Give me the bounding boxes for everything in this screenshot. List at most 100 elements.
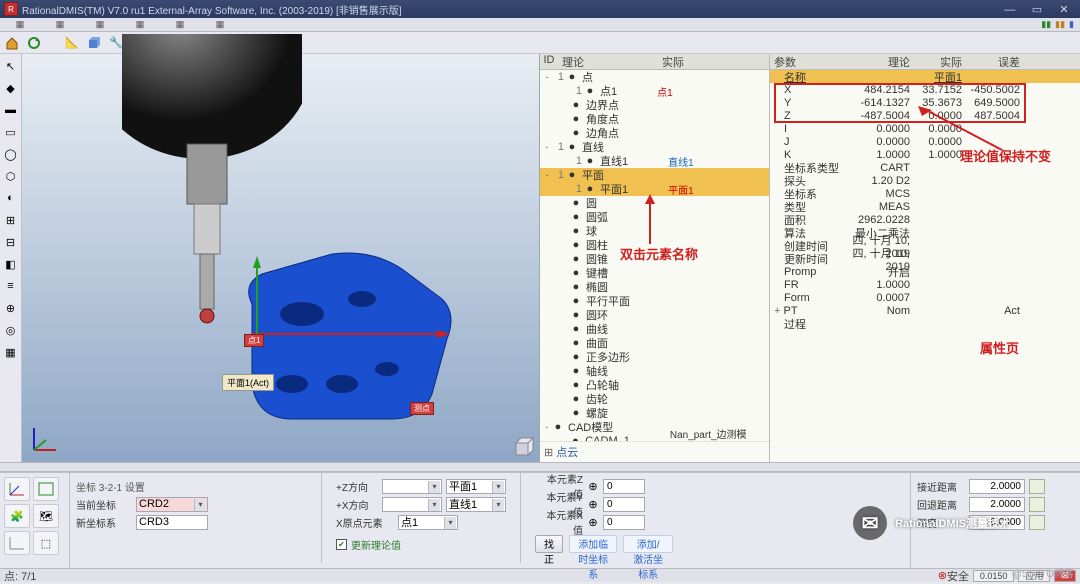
col-id: ID — [540, 54, 558, 69]
coord-icon[interactable]: 🗺 — [33, 504, 59, 528]
minimize-button[interactable]: — — [998, 4, 1022, 16]
menu-item[interactable]: ▦ — [160, 19, 200, 30]
srf-icon: ● — [570, 338, 582, 348]
tree-row[interactable]: ●凸轮轴 — [540, 378, 769, 392]
tree-row[interactable]: ●椭圆 — [540, 280, 769, 294]
tree-row[interactable]: 1●点1点1 — [540, 84, 769, 98]
window-title: RationalDMIS(TM) V7.0 ru1 External-Array… — [22, 2, 998, 17]
indicator-icon: ▮▮ — [1055, 19, 1065, 30]
pointer-icon[interactable]: ↖ — [3, 58, 19, 74]
add-activate-coord-button[interactable]: 添加/激活坐标系 — [623, 535, 673, 553]
tree-row[interactable]: ●轴线 — [540, 364, 769, 378]
tool-icon[interactable]: ⬡ — [3, 168, 19, 184]
tree-row[interactable]: -1●直线 — [540, 140, 769, 154]
tool-icon[interactable]: ⊟ — [3, 234, 19, 250]
prop-row[interactable]: 过程 — [770, 317, 1080, 330]
tree-row[interactable]: ●键槽 — [540, 266, 769, 280]
tree-row[interactable]: -1●点 — [540, 70, 769, 84]
tool-icon[interactable]: ▭ — [3, 124, 19, 140]
apply-icon[interactable] — [1029, 497, 1045, 512]
dir-toggle[interactable]: ▾ — [382, 479, 442, 494]
tool-icon[interactable]: ◧ — [3, 256, 19, 272]
tor-icon: ● — [570, 310, 582, 320]
prop-row[interactable]: X484.215433.7152-450.5002 — [770, 83, 1080, 96]
viewport-3d[interactable]: 点1 测点 平面1(Act) — [22, 54, 540, 462]
pl-icon: ● — [584, 184, 596, 194]
tree-row[interactable]: ●CADM_1Nan_part_边测模型.stp — [540, 434, 769, 441]
back-input[interactable] — [969, 497, 1025, 512]
menu-item[interactable]: ▦ — [80, 19, 120, 30]
tree-row[interactable]: ●圆环 — [540, 308, 769, 322]
arc-icon: ● — [570, 212, 582, 222]
tool-icon[interactable]: ◐ — [3, 190, 19, 206]
tree-row[interactable]: ●正多边形 — [540, 350, 769, 364]
prop-row[interactable]: 更新时间四, 十月 10, 2019 — [770, 252, 1080, 265]
dot-icon: ● — [570, 100, 582, 110]
prop-row[interactable]: Promp开启 — [770, 265, 1080, 278]
y-value-input[interactable] — [603, 497, 645, 512]
prop-row[interactable]: Form0.0007 — [770, 291, 1080, 304]
coord-icon[interactable]: ⬚ — [33, 531, 59, 555]
coord-icon[interactable] — [4, 477, 30, 501]
maximize-button[interactable]: ▭ — [1025, 3, 1049, 16]
tree-bottom-link[interactable]: ⊞ 点云 — [540, 441, 769, 462]
depth-input[interactable] — [969, 515, 1025, 530]
tree-row[interactable]: -1●平面 — [540, 168, 769, 182]
tree-row[interactable]: ●曲线 — [540, 322, 769, 336]
circ-icon: ● — [570, 198, 582, 208]
new-coord-input[interactable]: CRD3 — [136, 515, 208, 530]
close-button[interactable]: ✕ — [1052, 3, 1076, 16]
x-dir-select[interactable]: 直线1▾ — [446, 497, 506, 512]
col-param: 参数 — [770, 54, 852, 69]
apply-icon[interactable] — [1029, 479, 1045, 494]
z-dir-select[interactable]: 平面1▾ — [446, 479, 506, 494]
tool-icon[interactable]: ▬ — [3, 102, 19, 118]
align-button[interactable]: 找正 — [535, 535, 563, 553]
cube-icon[interactable] — [86, 35, 102, 51]
add-temp-coord-button[interactable]: 添加临时坐标系 — [569, 535, 617, 553]
update-theory-checkbox[interactable]: ✔ — [336, 539, 347, 550]
current-coord-select[interactable]: CRD2▾ — [136, 497, 208, 512]
coord-icon[interactable]: 🧩 — [4, 504, 30, 528]
tree-row[interactable]: 1●直线1直线1 — [540, 154, 769, 168]
coord-icon[interactable] — [33, 477, 59, 501]
apply-button[interactable]: 应用 — [1018, 570, 1050, 582]
coord-icon[interactable] — [4, 531, 30, 555]
x-origin-select[interactable]: 点1▾ — [398, 515, 458, 530]
tool-icon[interactable]: ◆ — [3, 80, 19, 96]
prop-row[interactable]: FR1.0000 — [770, 278, 1080, 291]
tool-icon[interactable]: 📐 — [64, 35, 80, 51]
tool-icon[interactable]: ◎ — [3, 322, 19, 338]
slot-icon: ● — [570, 268, 582, 278]
home-icon[interactable] — [4, 35, 20, 51]
tree-row[interactable]: ●角度点 — [540, 112, 769, 126]
label: 深度 — [917, 515, 965, 530]
annotation-text: 理论值保持不变 — [960, 146, 1051, 165]
tree-row[interactable]: ●边角点 — [540, 126, 769, 140]
tool-icon[interactable]: ▦ — [3, 344, 19, 360]
tree-row[interactable]: ●平行平面 — [540, 294, 769, 308]
refresh-icon[interactable] — [26, 35, 42, 51]
tool-icon[interactable]: ⊕ — [3, 300, 19, 316]
tool-icon[interactable]: ≡ — [3, 278, 19, 294]
tool-icon[interactable]: ⊞ — [3, 212, 19, 228]
z-value-input[interactable] — [603, 479, 645, 494]
col-actual: 实际 — [910, 54, 962, 69]
menu-item[interactable]: ▦ — [200, 19, 240, 30]
dir-toggle[interactable]: ▾ — [382, 497, 442, 512]
x-value-input[interactable] — [603, 515, 645, 530]
menu-item[interactable]: ▦ — [40, 19, 80, 30]
apply-icon[interactable] — [1029, 515, 1045, 530]
tool-icon[interactable]: ◯ — [3, 146, 19, 162]
tree-row[interactable]: ●边界点 — [540, 98, 769, 112]
tree-row[interactable]: ●齿轮 — [540, 392, 769, 406]
point-tag: 点1 — [244, 334, 264, 347]
tree-row[interactable]: ●螺旋 — [540, 406, 769, 420]
status-button[interactable]: ⊠ — [1054, 570, 1076, 582]
menu-item[interactable]: ▦ — [0, 19, 40, 30]
menu-item[interactable]: ▦ — [120, 19, 160, 30]
col-dev: 误差 — [962, 54, 1020, 69]
tree-row[interactable]: ●曲面 — [540, 336, 769, 350]
view-cube-icon[interactable] — [513, 436, 535, 458]
near-input[interactable] — [969, 479, 1025, 494]
